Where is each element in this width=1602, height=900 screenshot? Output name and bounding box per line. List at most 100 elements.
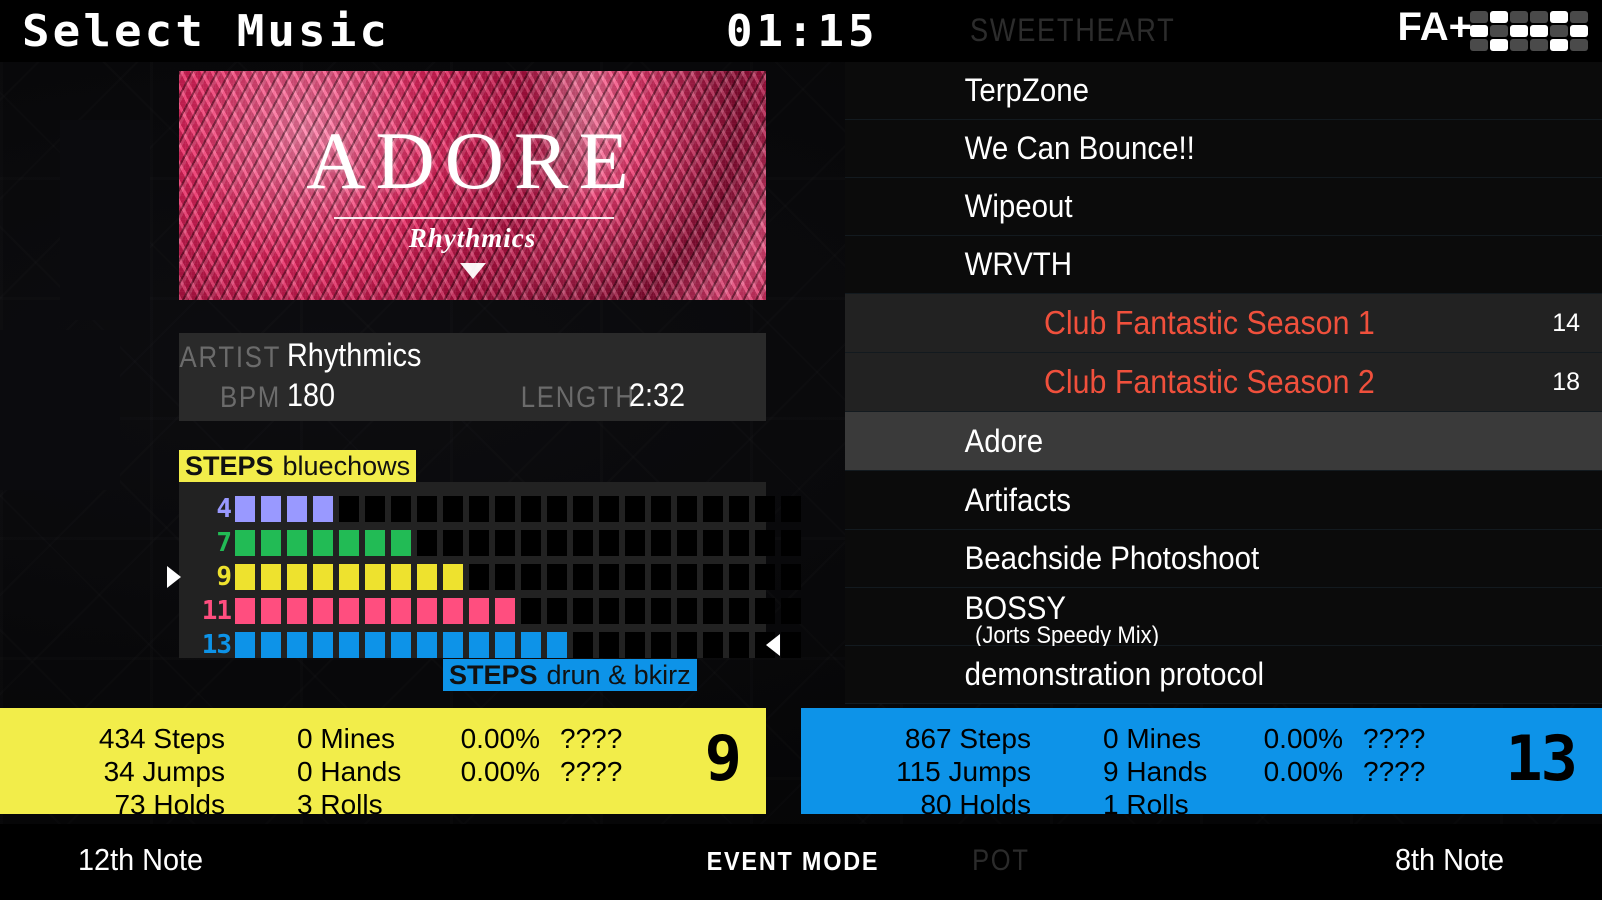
score-pct2-p1: 0.00% — [460, 756, 540, 787]
meter-block — [417, 564, 437, 590]
song-row[interactable]: WRVTH — [845, 236, 1602, 294]
difficulty-row[interactable]: 7 — [179, 528, 801, 558]
grid-cell — [1570, 11, 1588, 23]
song-group-name: Club Fantastic Season 1 — [1043, 304, 1375, 341]
song-row[interactable]: BOSSY (Jorts Speedy Mix) — [845, 588, 1602, 649]
meter-block — [521, 598, 541, 624]
rolls-count-p2: 1 Rolls — [1103, 789, 1189, 820]
meter-block — [495, 496, 515, 522]
meter-block — [625, 564, 645, 590]
bg-decoration — [0, 330, 120, 490]
meter-block — [469, 530, 489, 556]
grid-cell — [1530, 25, 1548, 37]
difficulty-row[interactable]: 9 — [179, 562, 801, 592]
meter-block — [339, 530, 359, 556]
meter-block — [573, 496, 593, 522]
meter-block — [651, 496, 671, 522]
song-group-row[interactable]: Club Fantastic Season 2 18 — [845, 353, 1602, 412]
meter-block — [235, 598, 255, 624]
song-info-panel: ARTIST Rhythmics BPM 180 LENGTH 2:32 — [179, 333, 766, 421]
bg-decoration — [60, 120, 150, 320]
song-row[interactable]: Wipeout — [845, 178, 1602, 236]
grade2-p2: ???? — [1363, 756, 1426, 787]
meter-block — [313, 598, 333, 624]
meter-block — [339, 598, 359, 624]
song-title: Adore — [964, 422, 1044, 459]
meter-block — [235, 530, 255, 556]
difficulty-row[interactable]: 11 — [179, 596, 801, 626]
footer-bar: 12th Note EVENT MODE POT 8th Note — [0, 824, 1602, 900]
score-pct1-p1: 0.00% — [460, 723, 540, 754]
meter-block — [261, 496, 281, 522]
difficulty-row[interactable]: 4 — [179, 494, 801, 524]
meter-block — [599, 598, 619, 624]
meter-block — [547, 598, 567, 624]
difficulty-row[interactable]: 13 — [179, 630, 801, 660]
meter-block — [625, 632, 645, 658]
meter-block — [729, 632, 749, 658]
meter-block — [599, 632, 619, 658]
meter-block — [339, 496, 359, 522]
grid-cell — [1550, 25, 1568, 37]
grid-cell — [1510, 25, 1528, 37]
song-row[interactable]: TerpZone — [845, 62, 1602, 120]
difficulty-meter-blocks — [235, 632, 801, 658]
song-banner[interactable]: ADORE Rhythmics — [179, 71, 766, 300]
meter-block — [755, 496, 775, 522]
meter-block — [703, 496, 723, 522]
meter-block — [521, 530, 541, 556]
song-row[interactable]: Artifacts — [845, 471, 1602, 530]
meter-block — [625, 530, 645, 556]
bpm-label: BPM — [219, 381, 281, 414]
difficulty-meter-blocks — [235, 564, 801, 590]
difficulty-meter-label: 13 — [201, 630, 232, 660]
difficulty-meter-label: 7 — [216, 528, 232, 558]
meter-block — [573, 564, 593, 590]
meter-block — [469, 564, 489, 590]
banner-divider — [334, 217, 614, 219]
meter-block — [287, 496, 307, 522]
note-speed-p2: 8th Note — [1394, 842, 1504, 877]
steps-author-p2: drun & bkirz — [546, 659, 691, 690]
song-list[interactable]: TerpZone We Can Bounce!! Wipeout WRVTH Club … — [845, 62, 1602, 708]
meter-block — [651, 632, 671, 658]
grade1-p1: ???? — [560, 723, 623, 754]
song-row[interactable]: demonstration protocol — [845, 646, 1602, 704]
page-title: Select Music — [22, 6, 391, 57]
meter-block — [781, 496, 801, 522]
meter-block — [703, 632, 723, 658]
song-group-count: 18 — [1552, 367, 1580, 396]
difficulty-meter-label: 11 — [201, 596, 232, 626]
meter-block — [365, 496, 385, 522]
meter-block — [313, 564, 333, 590]
grid-cell — [1470, 39, 1488, 51]
difficulty-grid[interactable]: 4 7 9 11 13 — [167, 482, 801, 660]
song-row[interactable]: We Can Bounce!! — [845, 120, 1602, 178]
meter-block — [417, 598, 437, 624]
meter-block — [495, 564, 515, 590]
song-row[interactable]: Beachside Photoshoot — [845, 530, 1602, 588]
meter-block — [365, 632, 385, 658]
song-row[interactable]: Adore — [845, 412, 1602, 471]
meter-block — [417, 530, 437, 556]
judgment-label: FA+ — [1397, 5, 1472, 49]
meter-block — [313, 496, 333, 522]
meter-block — [651, 564, 671, 590]
fa-plus-grid-icon — [1470, 11, 1588, 51]
rolls-count-p1: 3 Rolls — [297, 789, 383, 820]
meter-block — [287, 598, 307, 624]
song-group-name: Club Fantastic Season 2 — [1043, 363, 1375, 400]
meter-block — [521, 496, 541, 522]
stats-panel-p1: 434 Steps 34 Jumps 73 Holds 0 Mines 0 Ha… — [0, 708, 766, 820]
grid-cell — [1550, 39, 1568, 51]
difficulty-meter-blocks — [235, 530, 801, 556]
grid-cell — [1570, 25, 1588, 37]
meter-block — [729, 564, 749, 590]
meter-block — [235, 632, 255, 658]
grid-cell — [1490, 39, 1508, 51]
difficulty-meter-blocks — [235, 496, 801, 522]
song-group-row[interactable]: Club Fantastic Season 1 14 — [845, 294, 1602, 353]
grid-cell — [1510, 39, 1528, 51]
score-pct2-p2: 0.00% — [1263, 756, 1343, 787]
song-title: demonstration protocol — [964, 656, 1265, 692]
